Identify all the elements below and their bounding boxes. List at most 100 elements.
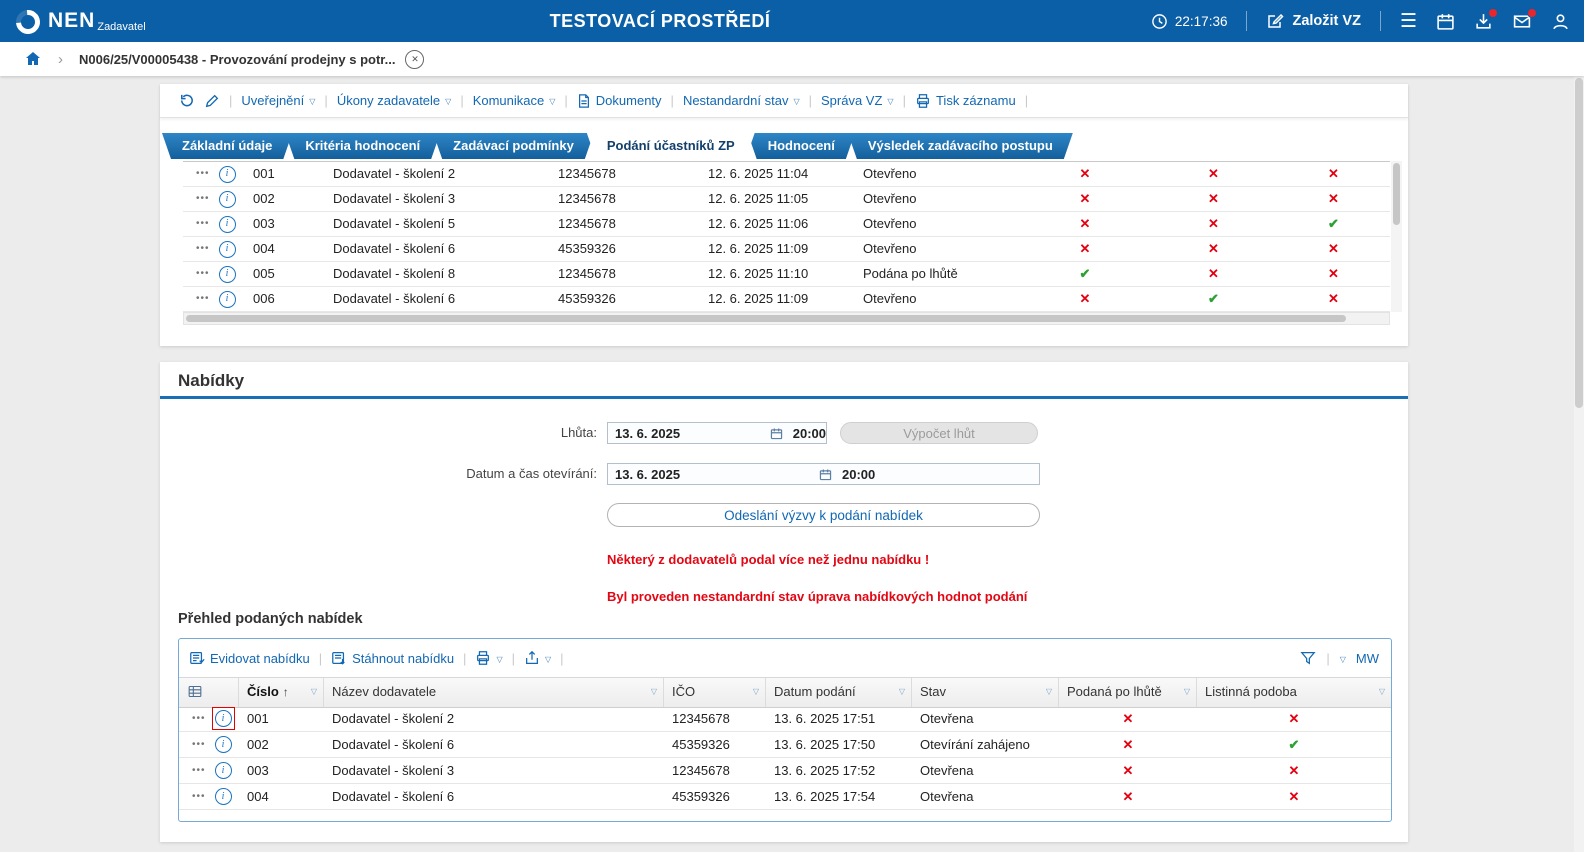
row-menu-icon[interactable]: ••• — [196, 219, 210, 229]
tab-1[interactable]: Základní údaje — [162, 133, 292, 159]
column-header-ico[interactable]: IČO ▽ — [664, 678, 766, 707]
tab-6[interactable]: Výsledek zadávacího postupu — [848, 133, 1073, 159]
row-menu-icon[interactable]: ••• — [192, 791, 206, 802]
participant-row[interactable]: ••• i 002 Dodavatel - školení 3 12345678 12. … — [183, 187, 1390, 212]
toolbar-item-dokumenty[interactable]: Dokumenty — [577, 93, 662, 109]
user-profile-icon[interactable] — [1551, 12, 1570, 31]
column-header-datum[interactable]: Datum podání ▽ — [766, 678, 912, 707]
table-cell: ✕ — [1150, 262, 1277, 286]
calendar-icon[interactable] — [819, 468, 832, 481]
offer-row[interactable]: ••• i 002 Dodavatel - školení 6 45359326 13. … — [179, 732, 1391, 758]
column-header-nazev[interactable]: Název dodavatele ▽ — [324, 678, 664, 707]
mail-icon[interactable] — [1512, 7, 1537, 31]
user-view-mw[interactable]: MW — [1356, 651, 1379, 666]
info-icon[interactable]: i — [218, 165, 236, 183]
close-icon[interactable]: ✕ — [405, 49, 425, 69]
chevron-down-icon[interactable]: ▽ — [1340, 655, 1346, 664]
nen-logo[interactable]: NEN Zadavatel — [0, 5, 146, 39]
tab-4[interactable]: Podání účastníků ZP — [587, 133, 755, 159]
offer-row[interactable]: ••• i 004 Dodavatel - školení 6 45359326 13. … — [179, 784, 1391, 810]
info-icon[interactable]: i — [211, 707, 235, 730]
table-cell: ✕ — [1277, 187, 1390, 211]
info-icon[interactable]: i — [218, 240, 236, 258]
row-menu-icon[interactable]: ••• — [192, 765, 206, 776]
participant-row[interactable]: ••• i 004 Dodavatel - školení 6 45359326 12. … — [183, 237, 1390, 262]
undo-icon[interactable] — [178, 92, 195, 109]
row-actions: ••• i — [183, 162, 245, 186]
row-menu-icon[interactable]: ••• — [196, 294, 210, 304]
oteviranie-time-value[interactable]: 20:00 — [842, 467, 875, 482]
toolbar-item-ukony-zadavatele[interactable]: Úkony zadavatele ▽ — [337, 93, 452, 108]
oteviranie-date-value[interactable]: 13. 6. 2025 — [608, 467, 813, 482]
participant-row[interactable]: ••• i 001 Dodavatel - školení 2 12345678 12. … — [183, 162, 1390, 187]
tab-3[interactable]: Zadávací podmínky — [433, 133, 594, 159]
info-icon[interactable]: i — [214, 762, 232, 779]
offer-row[interactable]: ••• i 003 Dodavatel - školení 3 12345678 13. … — [179, 758, 1391, 784]
lhuta-date-input[interactable]: 13. 6. 2025 20:00 — [607, 422, 827, 444]
table-cell: Otevřeno — [863, 191, 917, 206]
downloads-icon[interactable] — [1474, 7, 1498, 31]
table-cell: Otevřeno — [863, 166, 917, 181]
info-icon[interactable]: i — [218, 290, 236, 308]
header-settings-cell — [179, 678, 239, 707]
column-header-po-lhute[interactable]: Podaná po lhůtě ▽ — [1059, 678, 1197, 707]
filter-caret-icon[interactable]: ▽ — [1379, 678, 1385, 705]
lhuta-time-value[interactable]: 20:00 — [793, 426, 826, 441]
calendar-toolbar-icon[interactable] — [1436, 12, 1455, 31]
oteviranie-date-input[interactable]: 13. 6. 2025 20:00 — [607, 463, 1040, 485]
row-menu-icon[interactable]: ••• — [196, 244, 210, 254]
table-settings-icon[interactable] — [187, 684, 203, 699]
filter-caret-icon[interactable]: ▽ — [311, 678, 317, 705]
vertical-scroll-thumb[interactable] — [1393, 163, 1400, 225]
row-menu-icon[interactable]: ••• — [196, 269, 210, 279]
toolbar-item-nestandardni-stav[interactable]: Nestandardní stav ▽ — [683, 93, 800, 108]
filter-caret-icon[interactable]: ▽ — [1184, 678, 1190, 705]
participant-row[interactable]: ••• i 003 Dodavatel - školení 5 12345678 12. … — [183, 212, 1390, 237]
horizontal-scroll-thumb[interactable] — [186, 315, 1346, 322]
home-icon[interactable] — [24, 50, 42, 68]
row-actions: ••• i — [183, 212, 245, 236]
tab-2[interactable]: Kritéria hodnocení — [285, 133, 440, 159]
column-header-listinna[interactable]: Listinná podoba ▽ — [1197, 678, 1391, 707]
table-cell: Podána po lhůtě — [863, 266, 958, 281]
participant-row[interactable]: ••• i 005 Dodavatel - školení 8 12345678 12. … — [183, 262, 1390, 287]
breadcrumb-item[interactable]: N006/25/V00005438 - Provozování prodejny… — [79, 52, 395, 67]
filter-caret-icon[interactable]: ▽ — [1046, 678, 1052, 705]
export-button[interactable]: ▽ — [524, 650, 551, 666]
info-icon[interactable]: i — [214, 736, 232, 753]
toolbar-item-tisk-zaznamu[interactable]: Tisk záznamu — [915, 93, 1016, 109]
column-header-cislo[interactable]: Číslo ↑ ▽ — [239, 678, 324, 707]
vypocet-lhut-button[interactable]: Výpočet lhůt — [840, 422, 1038, 444]
info-icon[interactable]: i — [218, 190, 236, 208]
info-icon[interactable]: i — [218, 215, 236, 233]
hamburger-menu-icon[interactable]: ☰ — [1400, 12, 1417, 31]
offers-table-header: Číslo ↑ ▽ Název dodavatele ▽ IČO ▽ Datum pod… — [179, 677, 1391, 708]
info-icon[interactable]: i — [218, 265, 236, 283]
filter-icon[interactable] — [1300, 650, 1316, 666]
row-menu-icon[interactable]: ••• — [192, 739, 206, 750]
toolbar-item-sprava-vz[interactable]: Správa VZ ▽ — [821, 93, 894, 108]
column-header-stav[interactable]: Stav ▽ — [912, 678, 1059, 707]
info-icon[interactable]: i — [214, 788, 232, 805]
row-menu-icon[interactable]: ••• — [192, 713, 206, 724]
tab-5[interactable]: Hodnocení — [748, 133, 855, 159]
calendar-icon[interactable] — [770, 427, 783, 440]
row-menu-icon[interactable]: ••• — [196, 194, 210, 204]
lhuta-date-value[interactable]: 13. 6. 2025 — [608, 426, 764, 441]
send-invitation-button[interactable]: Odeslání výzvy k podání nabídek — [607, 503, 1040, 527]
toolbar-item-uverejneni[interactable]: Uveřejnění ▽ — [241, 93, 315, 108]
create-vz-button[interactable]: Založit VZ — [1266, 12, 1361, 30]
toolbar-item-komunikace[interactable]: Komunikace ▽ — [473, 93, 556, 108]
print-button[interactable]: ▽ — [475, 650, 503, 666]
page-scroll-thumb[interactable] — [1575, 78, 1583, 408]
participant-row[interactable]: ••• i 006 Dodavatel - školení 6 45359326 12. … — [183, 287, 1390, 312]
stahnout-nabidku-button[interactable]: Stáhnout nabídku — [331, 650, 454, 666]
row-menu-icon[interactable]: ••• — [196, 169, 210, 179]
filter-caret-icon[interactable]: ▽ — [899, 678, 905, 705]
filter-caret-icon[interactable]: ▽ — [651, 678, 657, 705]
filter-caret-icon[interactable]: ▽ — [753, 678, 759, 705]
offer-row[interactable]: ••• i 001 Dodavatel - školení 2 12345678 13. … — [179, 706, 1391, 732]
environment-title: TESTOVACÍ PROSTŘEDÍ — [549, 10, 771, 31]
edit-pencil-icon[interactable] — [204, 93, 220, 109]
evidovat-nabidku-button[interactable]: Evidovat nabídku — [189, 650, 310, 666]
